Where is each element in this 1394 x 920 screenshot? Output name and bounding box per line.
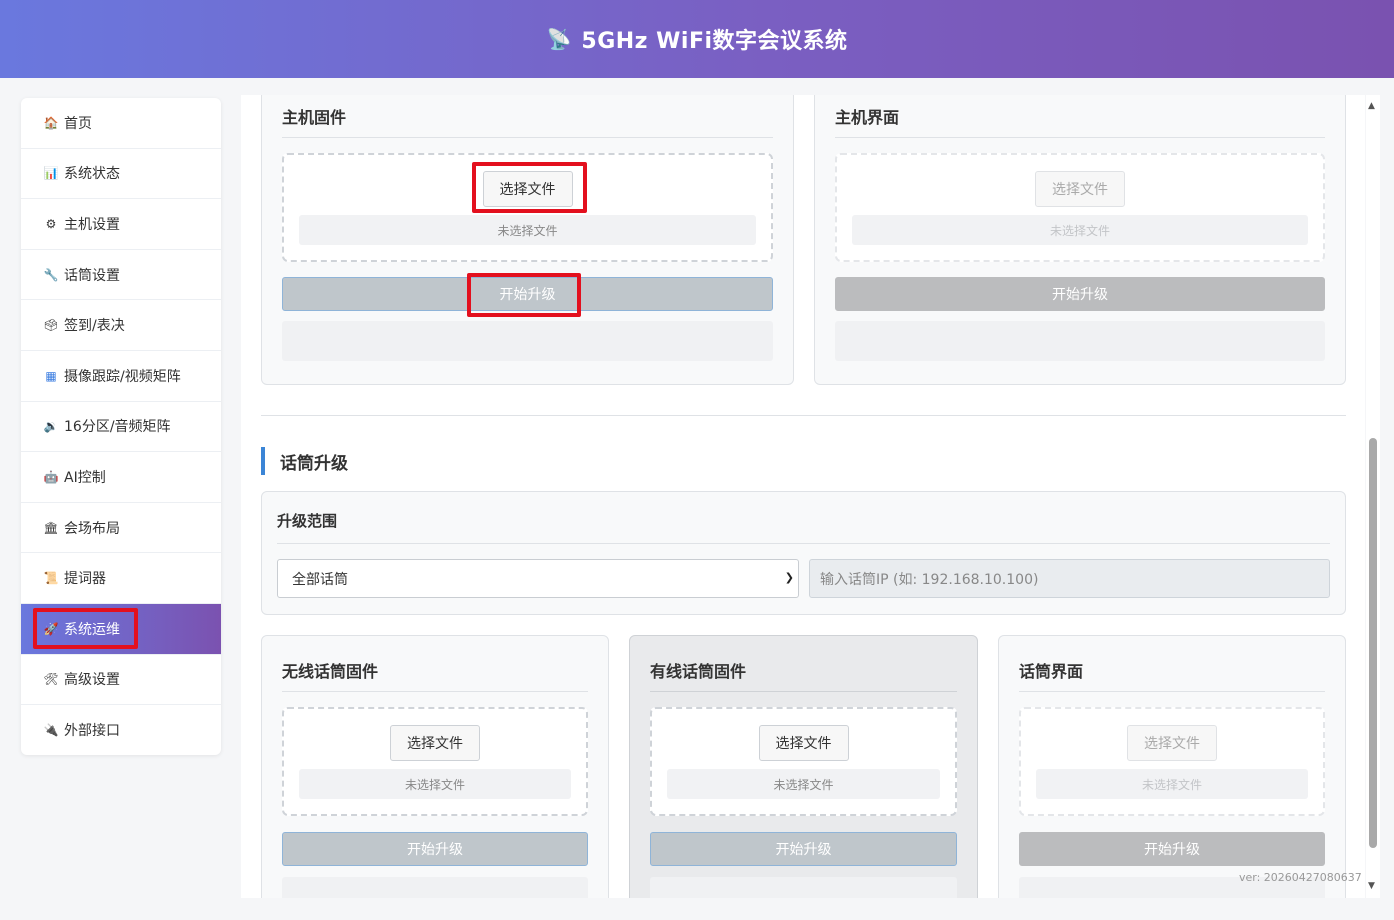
upgrade-progress [650,877,957,898]
sidebar-item-label: 16分区/音频矩阵 [64,419,171,436]
choose-file-button[interactable]: 选择文件 [1035,171,1125,207]
sidebar-item-label: 签到/表决 [64,318,125,335]
sidebar-item-label: 系统状态 [64,166,120,183]
app-title: 5GHz WiFi数字会议系统 [581,29,848,54]
sidebar-item-label: 系统运维 [64,621,120,638]
card-divider [282,691,588,692]
rocket-icon: 🚀 [43,621,59,636]
building-icon: 🏛 [43,520,59,535]
vote-icon: 🗳 [43,318,59,333]
app-header: 📡 5GHz WiFi数字会议系统 [0,0,1394,78]
wired-mic-firmware-card: 有线话筒固件 选择文件 未选择文件 开始升级 [629,635,978,898]
tools-icon: 🛠 [43,672,59,687]
sidebar-item-system-status[interactable]: 📊 系统状态 [21,149,221,200]
home-icon: 🏠 [43,115,59,130]
card-title: 主机固件 [282,108,347,127]
file-status: 未选择文件 [1036,769,1308,799]
section-title: 话筒升级 [261,447,348,475]
host-firmware-card: 主机固件 选择文件 未选择文件 开始升级 [261,95,794,385]
file-status: 未选择文件 [299,769,571,799]
sidebar-item-mic-settings[interactable]: 🔧 话筒设置 [21,250,221,301]
file-dropzone[interactable]: 选择文件 未选择文件 [282,153,773,262]
start-upgrade-button[interactable]: 开始升级 [282,277,773,311]
start-upgrade-button[interactable]: 开始升级 [835,277,1325,311]
scroll-down-icon[interactable]: ▼ [1368,881,1375,891]
mic-ui-card: 话筒界面 选择文件 未选择文件 开始升级 [998,635,1346,898]
card-title: 话筒界面 [1019,662,1084,681]
mic-ip-input[interactable]: 输入话筒IP (如: 192.168.10.100) [809,559,1330,598]
card-divider [277,543,1330,544]
card-title: 主机界面 [835,108,900,127]
satellite-dish-icon: 📡 [546,27,572,51]
sidebar-item-ai-control[interactable]: 🤖 AI控制 [21,452,221,503]
choose-file-button[interactable]: 选择文件 [758,725,849,761]
upgrade-progress [835,321,1325,361]
scope-selected-value: 全部话筒 [292,571,348,588]
sidebar-item-label: 话筒设置 [64,267,120,284]
scroll-icon: 📜 [43,571,59,586]
upgrade-scope-card: 升级范围 全部话筒 ❯ 输入话筒IP (如: 192.168.10.100) [261,491,1346,615]
start-upgrade-button[interactable]: 开始升级 [1019,832,1325,866]
sidebar-item-label: 会场布局 [64,520,120,537]
choose-file-button[interactable]: 选择文件 [1127,725,1217,761]
main-scrollbar[interactable]: ▲ ▼ [1366,95,1380,898]
scroll-up-icon[interactable]: ▲ [1368,101,1375,111]
upgrade-progress [282,321,773,361]
camera-grid-icon: ▦ [45,368,57,383]
card-title: 有线话筒固件 [650,662,747,681]
main-content: 主机固件 选择文件 未选择文件 开始升级 主机界面 选择文件 未选择文件 开始升… [241,95,1365,898]
card-title: 无线话筒固件 [282,662,379,681]
sidebar-item-venue-layout[interactable]: 🏛 会场布局 [21,503,221,554]
gear-icon: ⚙ [45,216,57,231]
card-divider [835,137,1325,138]
chart-icon: 📊 [43,166,59,181]
choose-file-button[interactable]: 选择文件 [482,171,573,207]
sidebar-item-label: 高级设置 [64,672,120,689]
choose-file-button[interactable]: 选择文件 [390,725,480,761]
sidebar-item-teleprompter[interactable]: 📜 提词器 [21,553,221,604]
sidebar-item-label: 首页 [64,115,92,132]
chevron-down-icon: ❯ [784,571,794,584]
sidebar-item-label: 主机设置 [64,216,120,233]
sidebar-item-host-settings[interactable]: ⚙ 主机设置 [21,199,221,250]
sidebar-item-label: 提词器 [64,571,106,588]
plug-icon: 🔌 [43,723,59,738]
scope-title: 升级范围 [277,512,338,530]
host-ui-card: 主机界面 选择文件 未选择文件 开始升级 [814,95,1346,385]
sidebar-item-audio-matrix[interactable]: 🔉 16分区/音频矩阵 [21,402,221,453]
file-dropzone[interactable]: 选择文件 未选择文件 [650,707,957,816]
sidebar-item-advanced-settings[interactable]: 🛠 高级设置 [21,655,221,706]
card-divider [282,137,773,138]
section-divider [261,415,1346,416]
sidebar-item-label: 摄像跟踪/视频矩阵 [64,368,181,385]
sidebar-item-camera-matrix[interactable]: ▦ 摄像跟踪/视频矩阵 [21,351,221,402]
sidebar-item-maintenance[interactable]: 🚀 系统运维 [21,603,221,655]
sidebar-item-external-interface[interactable]: 🔌 外部接口 [21,705,221,755]
file-status: 未选择文件 [852,215,1308,245]
sidebar-item-checkin-vote[interactable]: 🗳 签到/表决 [21,300,221,351]
version-label: ver: 20260427080637 [1239,871,1362,884]
upgrade-progress [282,877,588,898]
card-divider [1019,691,1325,692]
sidebar-item-label: AI控制 [64,469,106,486]
robot-icon: 🤖 [43,469,59,484]
sidebar-nav: 🏠 首页 📊 系统状态 ⚙ 主机设置 🔧 话筒设置 🗳 签到/表决 ▦ 摄像跟踪… [21,98,221,755]
wireless-mic-firmware-card: 无线话筒固件 选择文件 未选择文件 开始升级 [261,635,609,898]
start-upgrade-button[interactable]: 开始升级 [650,832,957,866]
sidebar-item-home[interactable]: 🏠 首页 [21,98,221,149]
file-status: 未选择文件 [299,215,756,245]
file-dropzone[interactable]: 选择文件 未选择文件 [1019,707,1325,816]
file-dropzone[interactable]: 选择文件 未选择文件 [835,153,1325,262]
wrench-icon: 🔧 [43,267,59,282]
file-dropzone[interactable]: 选择文件 未选择文件 [282,707,588,816]
sidebar-item-label: 外部接口 [64,723,120,740]
start-upgrade-button[interactable]: 开始升级 [282,832,588,866]
speaker-icon: 🔉 [43,419,59,434]
scrollbar-thumb[interactable] [1369,438,1377,848]
file-status: 未选择文件 [667,769,940,799]
card-divider [650,691,957,692]
scope-select[interactable]: 全部话筒 ❯ [277,559,799,598]
